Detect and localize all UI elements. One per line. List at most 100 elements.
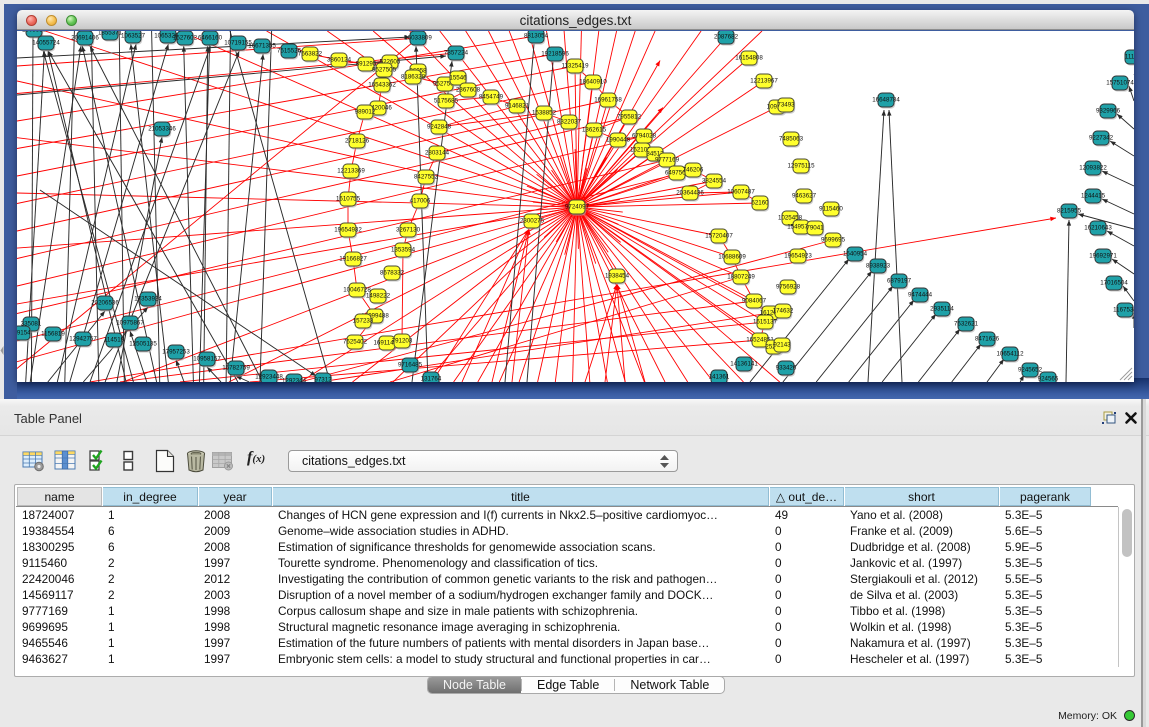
svg-text:8322037: 8322037 <box>557 119 582 126</box>
svg-text:8938923: 8938923 <box>866 263 891 270</box>
svg-text:9463627: 9463627 <box>792 193 817 200</box>
svg-text:15546: 15546 <box>449 75 467 82</box>
svg-text:17016504: 17016504 <box>1100 280 1128 287</box>
svg-text:18640910: 18640910 <box>579 79 607 86</box>
svg-text:7485063: 7485063 <box>779 136 804 143</box>
svg-text:7955812: 7955812 <box>617 114 642 121</box>
svg-text:19218596: 19218596 <box>541 51 569 58</box>
svg-text:92143: 92143 <box>773 342 791 349</box>
svg-text:9724097: 9724097 <box>565 204 590 211</box>
svg-text:10607487: 10607487 <box>727 189 755 196</box>
svg-text:9084067: 9084067 <box>742 298 767 305</box>
svg-text:1063527: 1063527 <box>121 33 146 40</box>
svg-text:1156819: 1156819 <box>41 331 65 338</box>
svg-text:10688609: 10688609 <box>718 254 746 261</box>
svg-text:16033809: 16033809 <box>404 35 432 42</box>
svg-text:20364436: 20364436 <box>676 190 704 197</box>
svg-text:8454749: 8454749 <box>479 94 504 101</box>
svg-text:20206536: 20206536 <box>91 300 119 307</box>
svg-text:6466160: 6466160 <box>198 35 223 42</box>
svg-text:12942757: 12942757 <box>69 336 97 343</box>
svg-text:1527602: 1527602 <box>173 35 198 42</box>
svg-text:417006: 417006 <box>410 198 431 205</box>
svg-text:2718126: 2718126 <box>345 138 370 145</box>
svg-text:11123: 11123 <box>1125 54 1134 61</box>
svg-text:1938454: 1938454 <box>605 273 630 280</box>
svg-text:1605338: 1605338 <box>22 31 47 34</box>
svg-text:1990448: 1990448 <box>606 137 631 144</box>
svg-text:1292344: 1292344 <box>282 378 307 383</box>
svg-text:3267130: 3267130 <box>396 227 421 234</box>
svg-text:141361: 141361 <box>709 374 730 381</box>
svg-text:16543362: 16543362 <box>368 82 396 89</box>
svg-text:1498222: 1498222 <box>366 293 391 300</box>
svg-text:17957253: 17957253 <box>162 349 190 356</box>
svg-text:1353594: 1353594 <box>391 247 416 254</box>
svg-text:19166827: 19166827 <box>339 256 367 263</box>
svg-text:791203: 791203 <box>392 338 413 345</box>
svg-text:7357224: 7357224 <box>444 50 469 57</box>
svg-text:8471626: 8471626 <box>975 336 1000 343</box>
svg-text:1538852: 1538852 <box>532 110 557 117</box>
svg-text:8427552: 8427552 <box>414 174 439 181</box>
svg-text:19654932: 19654932 <box>334 227 362 234</box>
svg-text:10654112: 10654112 <box>996 351 1024 358</box>
svg-text:8186328: 8186328 <box>401 74 426 81</box>
svg-text:933426: 933426 <box>776 365 797 372</box>
svg-text:15751074: 15751074 <box>1106 80 1134 87</box>
svg-text:3824554: 3824554 <box>702 178 727 185</box>
svg-text:174632: 174632 <box>773 308 794 315</box>
svg-text:7632621: 7632621 <box>954 321 979 328</box>
svg-text:12213369: 12213369 <box>337 168 365 175</box>
svg-text:16154808: 16154808 <box>735 55 763 62</box>
svg-text:989012: 989012 <box>355 109 376 116</box>
svg-text:5175685: 5175685 <box>434 98 459 105</box>
svg-text:8678332: 8678332 <box>380 270 405 277</box>
svg-text:6879197: 6879197 <box>887 278 912 285</box>
svg-text:12093822: 12093822 <box>1079 165 1107 172</box>
svg-text:2803144: 2803144 <box>425 150 450 157</box>
svg-text:18807249: 18807249 <box>727 274 755 281</box>
svg-text:19692971: 19692971 <box>1089 253 1117 260</box>
svg-text:12505135: 12505135 <box>129 341 157 348</box>
svg-text:21053346: 21053346 <box>148 126 176 133</box>
svg-text:14055724: 14055724 <box>32 40 60 47</box>
svg-text:9777169: 9777169 <box>655 157 680 164</box>
svg-text:79041: 79041 <box>806 225 824 232</box>
svg-text:9756928: 9756928 <box>776 284 801 291</box>
svg-text:9146821: 9146821 <box>505 103 530 110</box>
svg-text:114519: 114519 <box>104 337 125 344</box>
svg-text:1362615: 1362615 <box>582 127 607 134</box>
svg-text:20691406: 20691406 <box>71 35 99 42</box>
svg-text:16210643: 16210643 <box>1084 225 1112 232</box>
svg-text:157233: 157233 <box>353 318 374 325</box>
svg-text:14136141: 14136141 <box>730 361 758 368</box>
svg-text:2300275: 2300275 <box>520 218 545 225</box>
svg-text:11325419: 11325419 <box>561 63 589 70</box>
svg-text:9527505: 9527505 <box>372 67 397 74</box>
svg-text:16782759: 16782759 <box>222 365 250 372</box>
svg-text:1640954: 1640954 <box>843 251 868 258</box>
svg-text:1855371: 1855371 <box>98 31 123 37</box>
svg-text:17353924: 17353924 <box>134 296 162 303</box>
svg-text:2935114: 2935114 <box>930 306 954 313</box>
svg-text:8813054: 8813054 <box>524 33 549 40</box>
svg-text:746206: 746206 <box>683 167 704 174</box>
svg-text:8215955: 8215955 <box>1057 208 1082 215</box>
svg-text:16961758: 16961758 <box>594 97 622 104</box>
svg-text:1167534: 1167534 <box>1113 307 1134 314</box>
svg-text:131764: 131764 <box>421 376 442 383</box>
svg-text:9115460: 9115460 <box>819 206 843 213</box>
svg-text:19654923: 19654923 <box>784 253 812 260</box>
svg-text:9329966: 9329966 <box>1096 108 1121 115</box>
svg-text:15720407: 15720407 <box>705 233 733 240</box>
svg-text:6794028: 6794028 <box>632 133 657 140</box>
svg-text:9242848: 9242848 <box>427 124 452 131</box>
svg-text:1610755: 1610755 <box>336 196 361 203</box>
svg-text:62160: 62160 <box>751 200 769 207</box>
svg-text:73493: 73493 <box>777 102 795 109</box>
svg-text:924565: 924565 <box>1038 376 1059 383</box>
svg-text:16671355: 16671355 <box>248 43 276 50</box>
svg-text:12975115: 12975115 <box>787 163 815 170</box>
svg-text:9245652: 9245652 <box>1018 367 1043 374</box>
